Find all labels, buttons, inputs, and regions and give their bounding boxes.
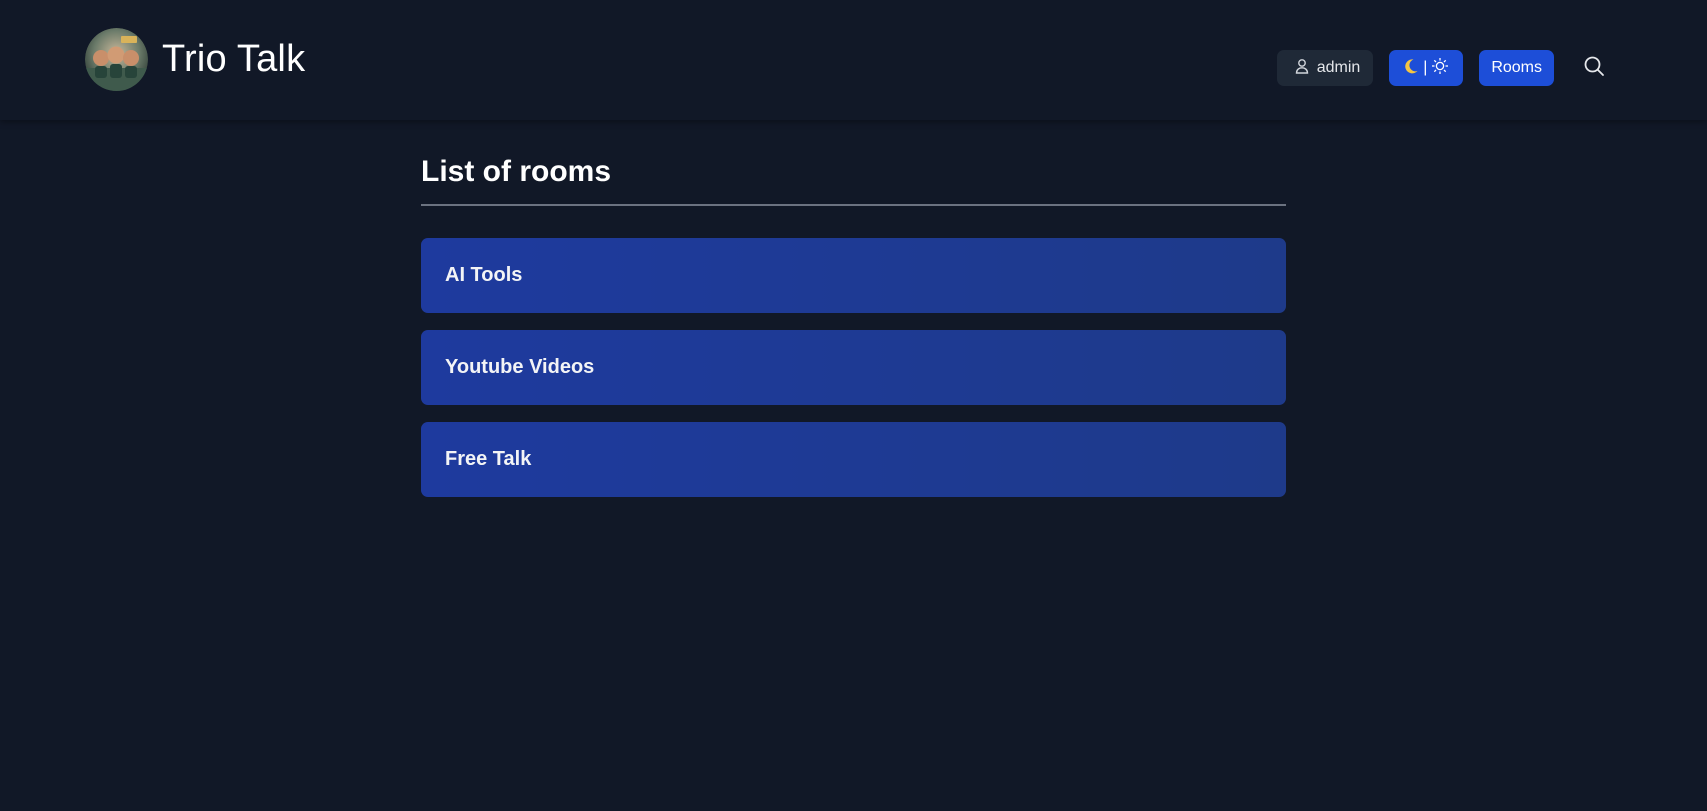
- room-label: Youtube Videos: [445, 356, 595, 378]
- room-item-free-talk[interactable]: Free Talk: [421, 422, 1286, 497]
- moon-icon: [1403, 58, 1419, 79]
- sun-icon: [1431, 57, 1449, 80]
- brand-title: Trio Talk: [162, 38, 306, 80]
- navbar-actions: admin | Rooms: [1276, 50, 1612, 86]
- room-item-youtube-videos[interactable]: Youtube Videos: [421, 330, 1286, 405]
- user-icon: [1295, 58, 1309, 79]
- avatar-logo-icon: [85, 28, 148, 91]
- theme-separator: |: [1423, 59, 1428, 76]
- main-content: List of rooms AI Tools Youtube Videos Fr…: [421, 150, 1286, 497]
- user-button[interactable]: admin: [1276, 50, 1374, 86]
- room-list: AI Tools Youtube Videos Free Talk: [421, 238, 1286, 497]
- page-title: List of rooms: [421, 150, 1286, 206]
- user-label: admin: [1316, 59, 1361, 76]
- top-navbar: Trio Talk admin | Rooms: [0, 0, 1707, 120]
- search-button[interactable]: [1576, 50, 1612, 86]
- room-label: Free Talk: [445, 448, 532, 470]
- room-item-ai-tools[interactable]: AI Tools: [421, 238, 1286, 313]
- theme-toggle-button[interactable]: |: [1389, 50, 1464, 86]
- room-label: AI Tools: [445, 264, 523, 286]
- brand-link[interactable]: Trio Talk: [85, 28, 305, 91]
- search-icon: [1583, 55, 1605, 82]
- rooms-button[interactable]: Rooms: [1479, 50, 1554, 86]
